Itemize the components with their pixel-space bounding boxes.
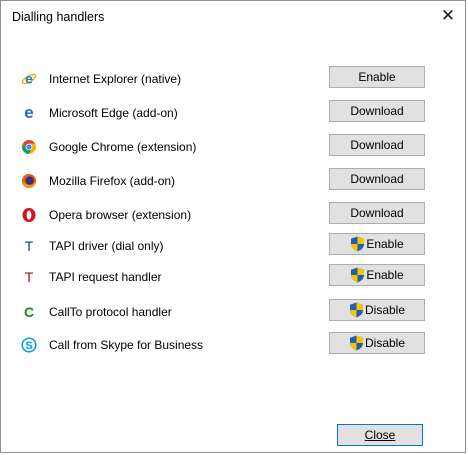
button-label: Enable: [366, 268, 404, 282]
handler-label: TAPI request handler: [49, 270, 162, 284]
close-window-icon[interactable]: ✕: [433, 3, 463, 29]
edge-icon: e: [21, 105, 37, 121]
handler-label: CallTo protocol handler: [49, 305, 172, 319]
tapi-driver-icon: T: [24, 238, 34, 254]
button-label: Enable: [358, 70, 396, 84]
handler-label: Microsoft Edge (add-on): [49, 106, 178, 120]
download-edge-button[interactable]: Download: [329, 100, 425, 122]
close-button[interactable]: Close: [337, 424, 423, 446]
button-label: Enable: [366, 237, 404, 251]
uac-shield-icon: [349, 335, 363, 351]
title-bar: Dialling handlers ✕: [1, 1, 465, 32]
download-opera-button[interactable]: Download: [329, 202, 425, 224]
handler-label: Google Chrome (extension): [49, 140, 197, 154]
button-label: Download: [350, 138, 404, 152]
tapi-request-icon: T: [24, 269, 34, 285]
uac-shield-icon: [349, 302, 363, 318]
handler-row-edge: e Microsoft Edge (add-on) Download: [1, 100, 465, 126]
handler-row-skype: S Call from Skype for Business Disable: [1, 332, 465, 358]
window-title: Dialling handlers: [12, 10, 105, 24]
svg-text:S: S: [25, 340, 32, 352]
disable-skype-button[interactable]: Disable: [329, 332, 425, 354]
handler-row-opera: Opera browser (extension) Download: [1, 202, 465, 228]
uac-shield-icon: [351, 267, 365, 283]
enable-tapi-request-button[interactable]: Enable: [329, 264, 425, 286]
dialling-handlers-dialog: Dialling handlers ✕ e Internet Explorer …: [0, 0, 466, 453]
enable-tapi-driver-button[interactable]: Enable: [329, 233, 425, 255]
handler-label: TAPI driver (dial only): [49, 239, 164, 253]
download-chrome-button[interactable]: Download: [329, 134, 425, 156]
skype-icon: S: [21, 337, 37, 353]
button-label: Disable: [364, 336, 406, 350]
button-label: Download: [350, 206, 404, 220]
chrome-icon: [21, 139, 37, 155]
close-button-label: Close: [364, 428, 396, 442]
internet-explorer-icon: e: [21, 71, 37, 87]
handler-row-tapi-driver: T TAPI driver (dial only) Enable: [1, 233, 465, 259]
handler-row-callto: C CallTo protocol handler Disable: [1, 299, 465, 325]
handler-row-tapi-request: T TAPI request handler Enable: [1, 264, 465, 290]
callto-icon: C: [23, 304, 35, 320]
button-label: Disable: [364, 303, 406, 317]
uac-shield-icon: [351, 236, 365, 252]
disable-callto-button[interactable]: Disable: [329, 299, 425, 321]
handler-row-internet-explorer: e Internet Explorer (native) Enable: [1, 66, 465, 92]
handler-label: Internet Explorer (native): [49, 72, 182, 86]
svg-text:e: e: [24, 105, 33, 121]
button-label: Download: [350, 104, 404, 118]
handler-row-chrome: Google Chrome (extension) Download: [1, 134, 465, 160]
handler-label: Opera browser (extension): [49, 208, 192, 222]
button-label: Download: [350, 172, 404, 186]
enable-internet-explorer-button[interactable]: Enable: [329, 66, 425, 88]
handler-label: Call from Skype for Business: [49, 338, 204, 352]
handler-label: Mozilla Firefox (add-on): [49, 174, 176, 188]
svg-text:e: e: [25, 71, 33, 87]
opera-icon: [21, 207, 37, 223]
download-firefox-button[interactable]: Download: [329, 168, 425, 190]
handler-row-firefox: Mozilla Firefox (add-on) Download: [1, 168, 465, 194]
firefox-icon: [21, 173, 37, 189]
